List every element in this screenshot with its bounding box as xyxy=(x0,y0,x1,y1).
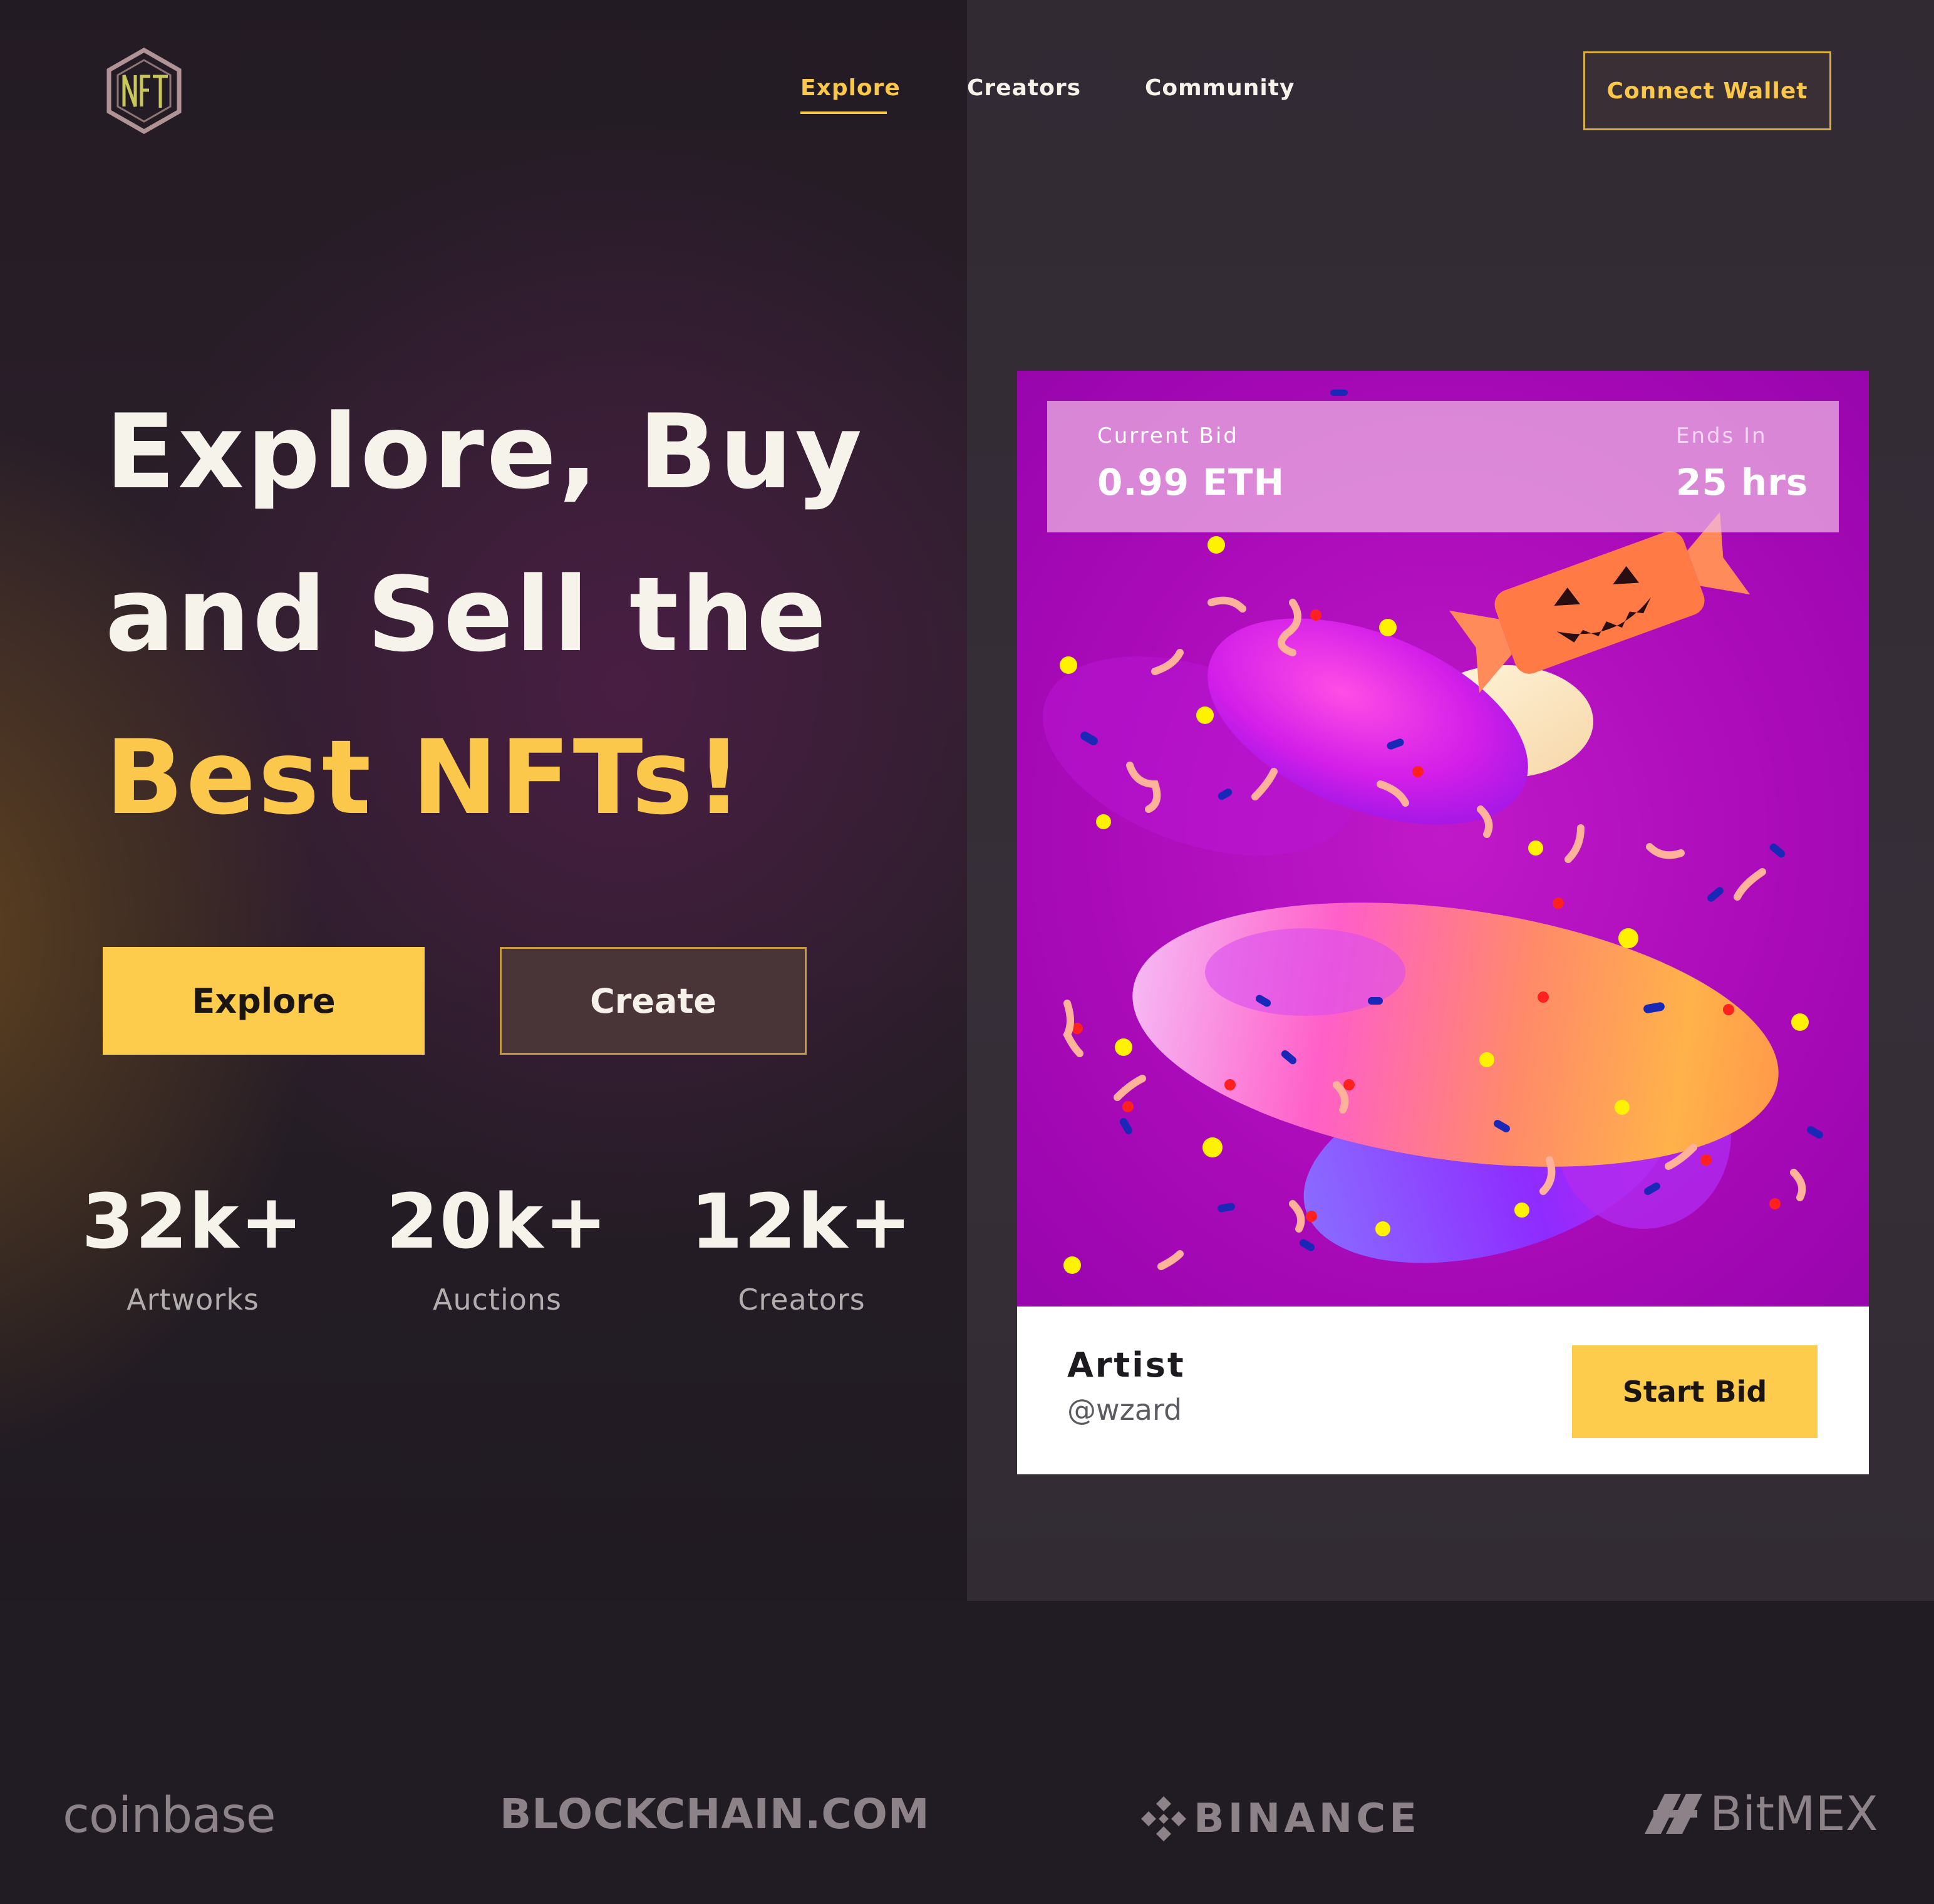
artist-label: Artist xyxy=(1067,1345,1186,1385)
ends-in-label: Ends In xyxy=(1676,423,1767,448)
binance-logo: BINANCE xyxy=(1140,1795,1420,1843)
stat-artworks-value: 32k+ xyxy=(81,1179,304,1266)
artist-handle[interactable]: @wzard xyxy=(1067,1393,1182,1427)
nav-active-underline xyxy=(800,111,887,114)
current-bid-value: 0.99 ETH xyxy=(1097,461,1285,504)
stat-creators-label: Creators xyxy=(738,1283,866,1317)
stat-artworks-label: Artworks xyxy=(127,1283,259,1317)
bitmex-logo: BitMEX xyxy=(1645,1790,1878,1838)
binance-diamond-icon xyxy=(1141,1796,1186,1841)
stat-auctions-value: 20k+ xyxy=(386,1179,609,1266)
hero-heading-line-1: Explore, Buy xyxy=(105,392,865,512)
stat-creators-value: 12k+ xyxy=(690,1179,913,1266)
partners-background xyxy=(0,1601,1934,1904)
nav-community[interactable]: Community xyxy=(1145,75,1295,101)
nav-explore[interactable]: Explore xyxy=(800,75,901,101)
coinbase-logo: coinbase xyxy=(63,1788,276,1844)
connect-wallet-button[interactable]: Connect Wallet xyxy=(1583,51,1831,130)
current-bid-bar: Current Bid 0.99 ETH Ends In 25 hrs xyxy=(1047,401,1839,532)
nft-artwork-image[interactable]: Current Bid 0.99 ETH Ends In 25 hrs xyxy=(1017,371,1869,1306)
bitmex-wordmark: BitMEX xyxy=(1710,1786,1878,1841)
current-bid-label: Current Bid xyxy=(1097,423,1239,448)
bitmex-slash-icon xyxy=(1645,1794,1702,1834)
ends-in-value: 25 hrs xyxy=(1676,461,1809,504)
binance-wordmark: BINANCE xyxy=(1194,1796,1420,1842)
create-button[interactable]: Create xyxy=(500,947,807,1055)
stat-auctions-label: Auctions xyxy=(433,1283,562,1317)
nft-logo-icon[interactable] xyxy=(105,47,183,135)
hero-heading-line-2: and Sell the xyxy=(105,555,829,675)
blockchain-logo: BLOCKCHAIN.COM xyxy=(500,1790,930,1838)
nav-creators[interactable]: Creators xyxy=(967,75,1081,101)
start-bid-button[interactable]: Start Bid xyxy=(1572,1345,1818,1438)
hero-heading-line-3: Best NFTs! xyxy=(105,718,745,837)
nft-card[interactable]: Current Bid 0.99 ETH Ends In 25 hrs Arti… xyxy=(1017,371,1869,1474)
explore-button[interactable]: Explore xyxy=(103,947,425,1055)
